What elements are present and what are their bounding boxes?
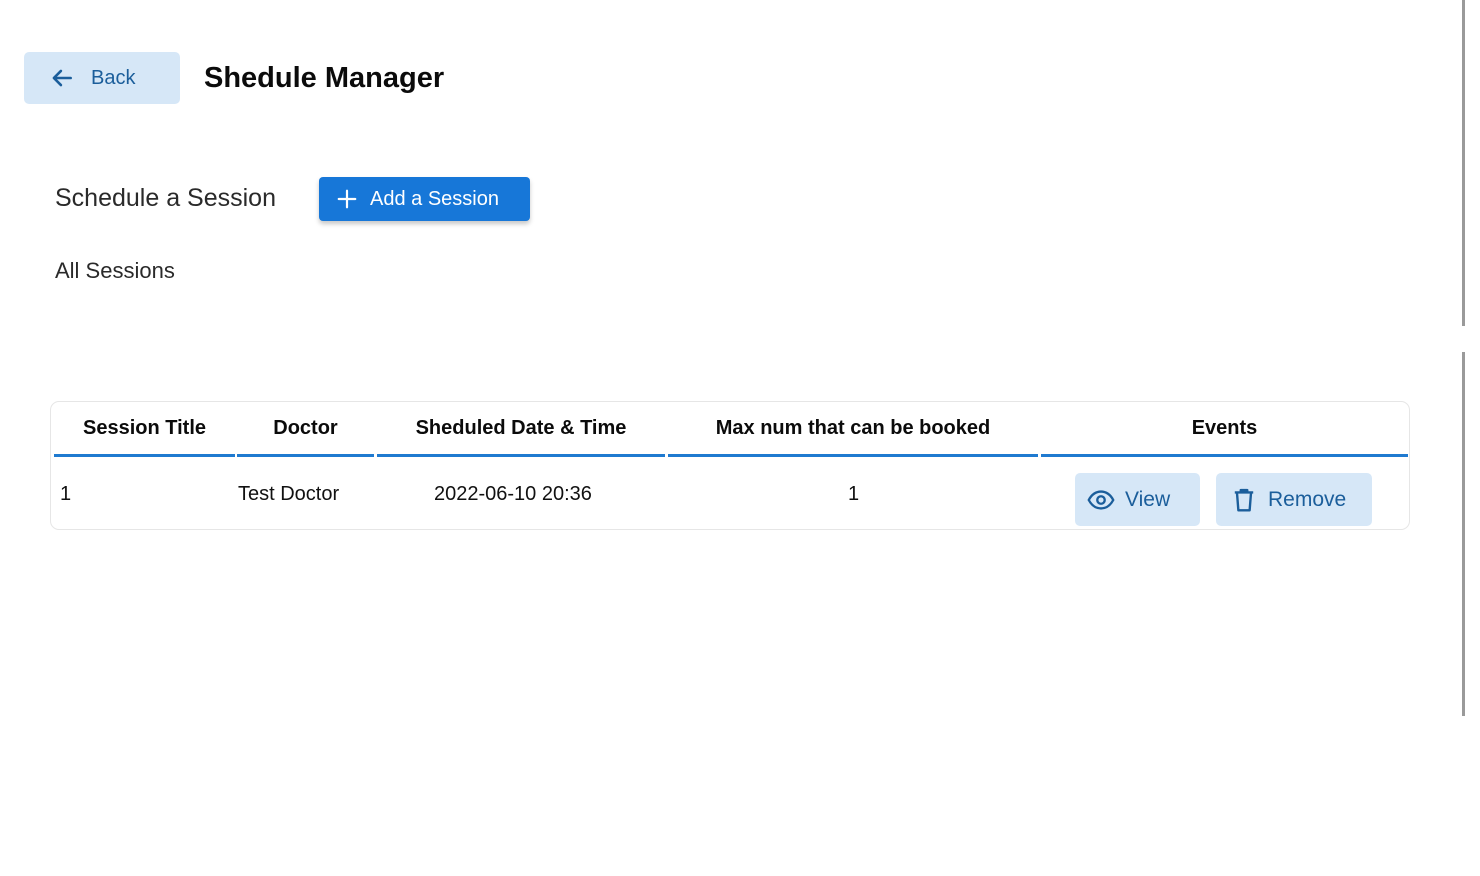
column-header-scheduled-datetime: Sheduled Date & Time: [377, 402, 665, 457]
column-header-session-title: Session Title: [54, 402, 235, 457]
plus-icon: [337, 189, 357, 209]
back-button[interactable]: Back: [24, 52, 180, 104]
vertical-scrollbar[interactable]: [1462, 0, 1468, 876]
column-header-max-booked: Max num that can be booked: [668, 402, 1038, 457]
view-button-label: View: [1125, 487, 1171, 511]
back-button-label: Back: [91, 66, 136, 89]
add-session-button[interactable]: Add a Session: [319, 177, 530, 221]
column-header-events: Events: [1041, 402, 1408, 457]
scrollbar-track-segment: [1462, 0, 1465, 326]
cell-session-title: 1: [60, 483, 72, 505]
eye-icon: [1087, 489, 1115, 510]
add-session-button-label: Add a Session: [370, 187, 499, 210]
cell-max-booked: 1: [848, 483, 860, 505]
column-header-doctor: Doctor: [237, 402, 374, 457]
arrow-left-icon: [52, 69, 72, 87]
cell-doctor: Test Doctor: [238, 483, 340, 505]
schedule-session-label: Schedule a Session: [55, 184, 276, 212]
remove-button[interactable]: Remove: [1216, 473, 1372, 526]
view-button[interactable]: View: [1075, 473, 1200, 526]
trash-icon: [1234, 488, 1254, 511]
page-title: Shedule Manager: [204, 62, 445, 94]
all-sessions-heading: All Sessions: [55, 258, 175, 283]
scrollbar-thumb[interactable]: [1462, 352, 1465, 716]
remove-button-label: Remove: [1268, 487, 1347, 511]
sessions-table: Session Title Doctor Sheduled Date & Tim…: [50, 401, 1410, 530]
cell-scheduled-datetime: 2022-06-10 20:36: [434, 483, 592, 505]
